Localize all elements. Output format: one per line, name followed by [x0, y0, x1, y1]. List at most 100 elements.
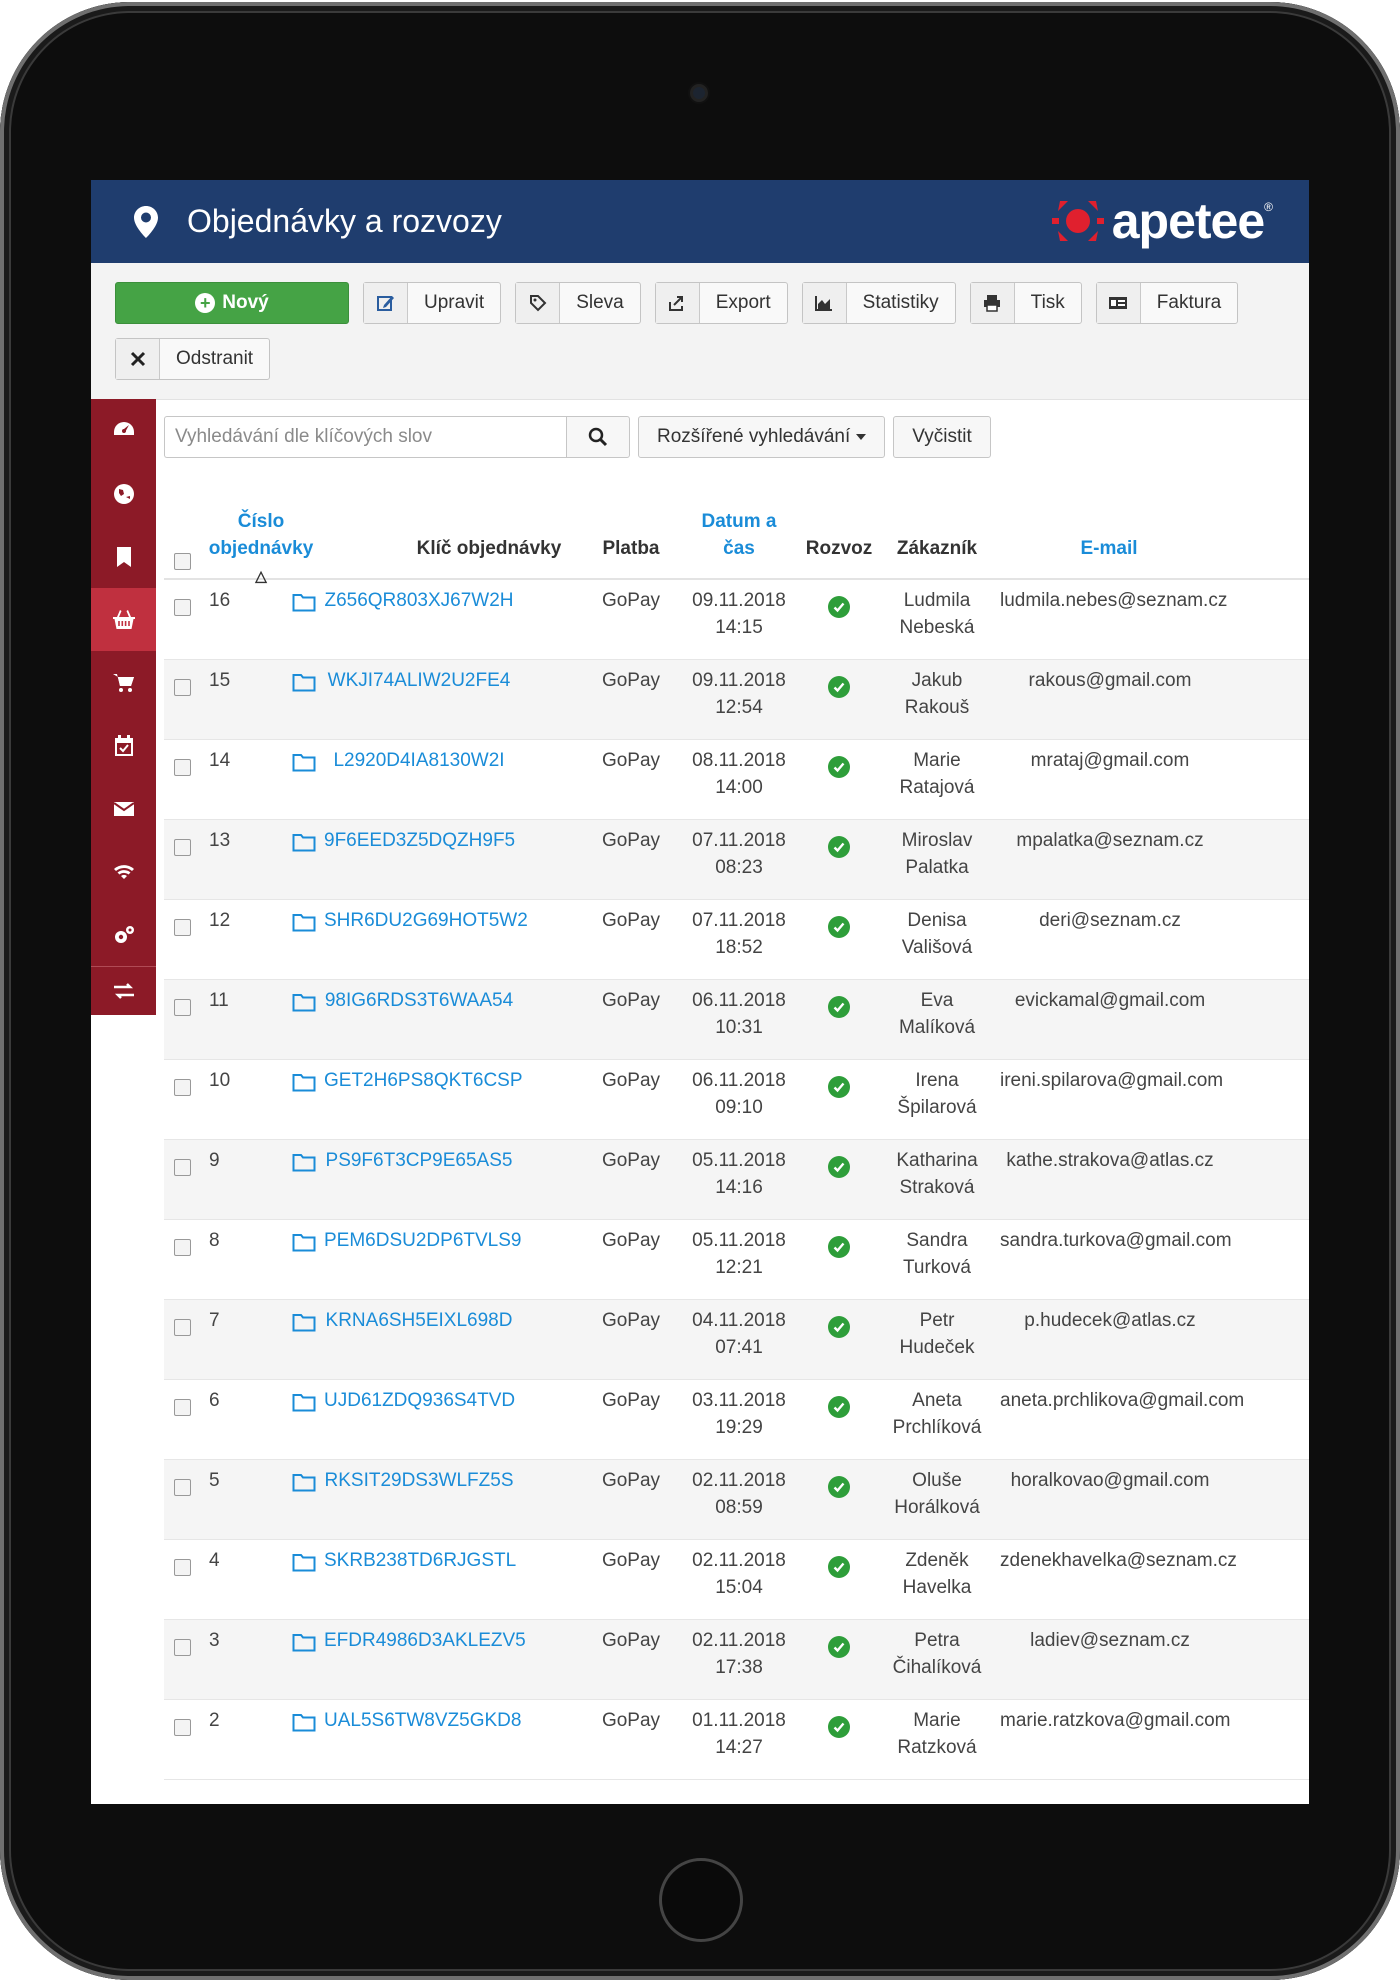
- sidebar-item-orders[interactable]: [91, 588, 156, 651]
- discount-button[interactable]: Sleva: [515, 282, 641, 324]
- folder-icon[interactable]: [292, 1072, 316, 1092]
- delivery-ok-icon: [828, 1396, 850, 1418]
- row-checkbox[interactable]: [174, 1639, 191, 1656]
- order-key-link[interactable]: RKSIT29DS3WLFZ5S: [324, 1467, 514, 1494]
- table-row[interactable]: 6 UJD61ZDQ936S4TVD GoPay 03.11.2018 19:29 Ane…: [164, 1380, 1309, 1460]
- folder-icon[interactable]: [292, 1632, 316, 1652]
- advanced-search-button[interactable]: Rozšířené vyhledávání: [638, 416, 886, 458]
- order-key-link[interactable]: 9F6EED3Z5DQZH9F5: [324, 827, 515, 854]
- folder-icon[interactable]: [292, 1312, 316, 1332]
- order-number: 15: [209, 670, 231, 691]
- table-row[interactable]: 2 UAL5S6TW8VZ5GKD8 GoPay 01.11.2018 14:27 Mar…: [164, 1700, 1309, 1780]
- row-checkbox[interactable]: [174, 759, 191, 776]
- search-input[interactable]: [164, 416, 566, 458]
- order-key-link[interactable]: 98IG6RDS3T6WAA54: [324, 987, 514, 1014]
- folder-icon[interactable]: [292, 592, 316, 612]
- order-key-link[interactable]: SKRB238TD6RJGSTL: [324, 1547, 516, 1574]
- row-checkbox[interactable]: [174, 599, 191, 616]
- table-row[interactable]: 4 SKRB238TD6RJGSTL GoPay 02.11.2018 15:04 Zde…: [164, 1540, 1309, 1620]
- customer-email: ireni.spilarova@gmail.com: [1000, 1070, 1224, 1091]
- table-row[interactable]: 15 WKJI74ALIW2U2FE4 GoPay 09.11.2018 12:54 Ja…: [164, 660, 1309, 740]
- table-row[interactable]: 14 L2920D4IA8130W2I GoPay 08.11.2018 14:00 Ma…: [164, 740, 1309, 820]
- export-button[interactable]: Export: [654, 282, 788, 324]
- header-email[interactable]: E-mail: [1004, 535, 1214, 562]
- payment-method: GoPay: [601, 1710, 661, 1731]
- row-checkbox[interactable]: [174, 1399, 191, 1416]
- sidebar-item-cart[interactable]: [91, 651, 156, 714]
- invoice-button[interactable]: Faktura: [1095, 282, 1239, 324]
- order-datetime: 09.11.2018 14:15: [692, 590, 786, 638]
- sidebar-item-globe[interactable]: [91, 462, 156, 525]
- order-key-link[interactable]: PEM6DSU2DP6TVLS9: [324, 1227, 521, 1254]
- table-row[interactable]: 11 98IG6RDS3T6WAA54 GoPay 06.11.2018 10:31 Ev…: [164, 980, 1309, 1060]
- sidebar-item-bookmarks[interactable]: [91, 525, 156, 588]
- row-checkbox[interactable]: [174, 1479, 191, 1496]
- row-checkbox[interactable]: [174, 1079, 191, 1096]
- edit-button[interactable]: Upravit: [363, 282, 502, 324]
- sidebar-item-settings[interactable]: [91, 903, 156, 966]
- home-button[interactable]: [659, 1858, 743, 1942]
- row-checkbox[interactable]: [174, 1159, 191, 1176]
- row-checkbox[interactable]: [174, 839, 191, 856]
- folder-icon[interactable]: [292, 912, 316, 932]
- sidebar-item-transfers[interactable]: [91, 967, 156, 1015]
- folder-icon[interactable]: [292, 1152, 316, 1172]
- search-button[interactable]: [566, 416, 630, 458]
- print-button[interactable]: Tisk: [969, 282, 1082, 324]
- row-checkbox[interactable]: [174, 1319, 191, 1336]
- folder-icon[interactable]: [292, 992, 316, 1012]
- order-key-link[interactable]: PS9F6T3CP9E65AS5: [324, 1147, 514, 1174]
- folder-icon[interactable]: [292, 832, 316, 852]
- order-key-link[interactable]: WKJI74ALIW2U2FE4: [324, 667, 514, 694]
- row-checkbox[interactable]: [174, 679, 191, 696]
- delivery-ok-icon: [828, 1556, 850, 1578]
- order-key-link[interactable]: Z656QR803XJ67W2H: [324, 587, 514, 614]
- order-key-link[interactable]: SHR6DU2G69HOT5W2: [324, 907, 528, 934]
- order-key-link[interactable]: L2920D4IA8130W2I: [324, 747, 514, 774]
- order-key-link[interactable]: KRNA6SH5EIXL698D: [324, 1307, 514, 1334]
- payment-method: GoPay: [601, 1390, 661, 1411]
- order-key-link[interactable]: GET2H6PS8QKT6CSP: [324, 1067, 523, 1094]
- select-all-checkbox[interactable]: [174, 553, 191, 570]
- order-number: 13: [209, 830, 231, 851]
- folder-icon[interactable]: [292, 1472, 316, 1492]
- statistics-button[interactable]: Statistiky: [801, 282, 956, 324]
- customer-name: Denisa Vališová: [901, 910, 973, 958]
- table-row[interactable]: 16 Z656QR803XJ67W2H GoPay 09.11.2018 14:15 Lu…: [164, 580, 1309, 660]
- table-row[interactable]: 8 PEM6DSU2DP6TVLS9 GoPay 05.11.2018 12:21 San…: [164, 1220, 1309, 1300]
- row-checkbox[interactable]: [174, 999, 191, 1016]
- folder-icon[interactable]: [292, 1232, 316, 1252]
- order-key-link[interactable]: UJD61ZDQ936S4TVD: [324, 1387, 515, 1414]
- customer-email: marie.ratzkova@gmail.com: [1000, 1710, 1231, 1731]
- order-key-link[interactable]: UAL5S6TW8VZ5GKD8: [324, 1707, 521, 1734]
- table-row[interactable]: 13 9F6EED3Z5DQZH9F5 GoPay 07.11.2018 08:23 Mi…: [164, 820, 1309, 900]
- clear-button[interactable]: Vyčistit: [893, 416, 991, 458]
- header-order-number[interactable]: Číslo objednávky △: [206, 508, 316, 590]
- table-row[interactable]: 9 PS9F6T3CP9E65AS5 GoPay 05.11.2018 14:16 Kat…: [164, 1140, 1309, 1220]
- folder-icon[interactable]: [292, 1392, 316, 1412]
- folder-icon[interactable]: [292, 672, 316, 692]
- sidebar-item-messages[interactable]: [91, 777, 156, 840]
- order-key-link[interactable]: EFDR4986D3AKLEZV5: [324, 1627, 526, 1654]
- table-row[interactable]: 5 RKSIT29DS3WLFZ5S GoPay 02.11.2018 08:59 Olu…: [164, 1460, 1309, 1540]
- bookmark-icon: [116, 546, 131, 567]
- new-button[interactable]: + Nový: [115, 282, 349, 324]
- sidebar-item-calendar[interactable]: [91, 714, 156, 777]
- folder-icon[interactable]: [292, 752, 316, 772]
- sidebar-item-connectivity[interactable]: [91, 840, 156, 903]
- customer-name: Jakub Rakouš: [904, 670, 970, 718]
- table-row[interactable]: 7 KRNA6SH5EIXL698D GoPay 04.11.2018 07:41 Pet…: [164, 1300, 1309, 1380]
- table-row[interactable]: 10 GET2H6PS8QKT6CSP GoPay 06.11.2018 09:10 Ir…: [164, 1060, 1309, 1140]
- header-date-time[interactable]: Datum a čas: [684, 508, 794, 562]
- row-checkbox[interactable]: [174, 1719, 191, 1736]
- payment-method: GoPay: [601, 590, 661, 611]
- row-checkbox[interactable]: [174, 919, 191, 936]
- sidebar-item-dashboard[interactable]: [91, 399, 156, 462]
- folder-icon[interactable]: [292, 1552, 316, 1572]
- table-row[interactable]: 3 EFDR4986D3AKLEZV5 GoPay 02.11.2018 17:38 Pe…: [164, 1620, 1309, 1700]
- folder-icon[interactable]: [292, 1712, 316, 1732]
- row-checkbox[interactable]: [174, 1559, 191, 1576]
- delete-button[interactable]: Odstranit: [115, 338, 271, 380]
- table-row[interactable]: 12 SHR6DU2G69HOT5W2 GoPay 07.11.2018 18:52 De…: [164, 900, 1309, 980]
- row-checkbox[interactable]: [174, 1239, 191, 1256]
